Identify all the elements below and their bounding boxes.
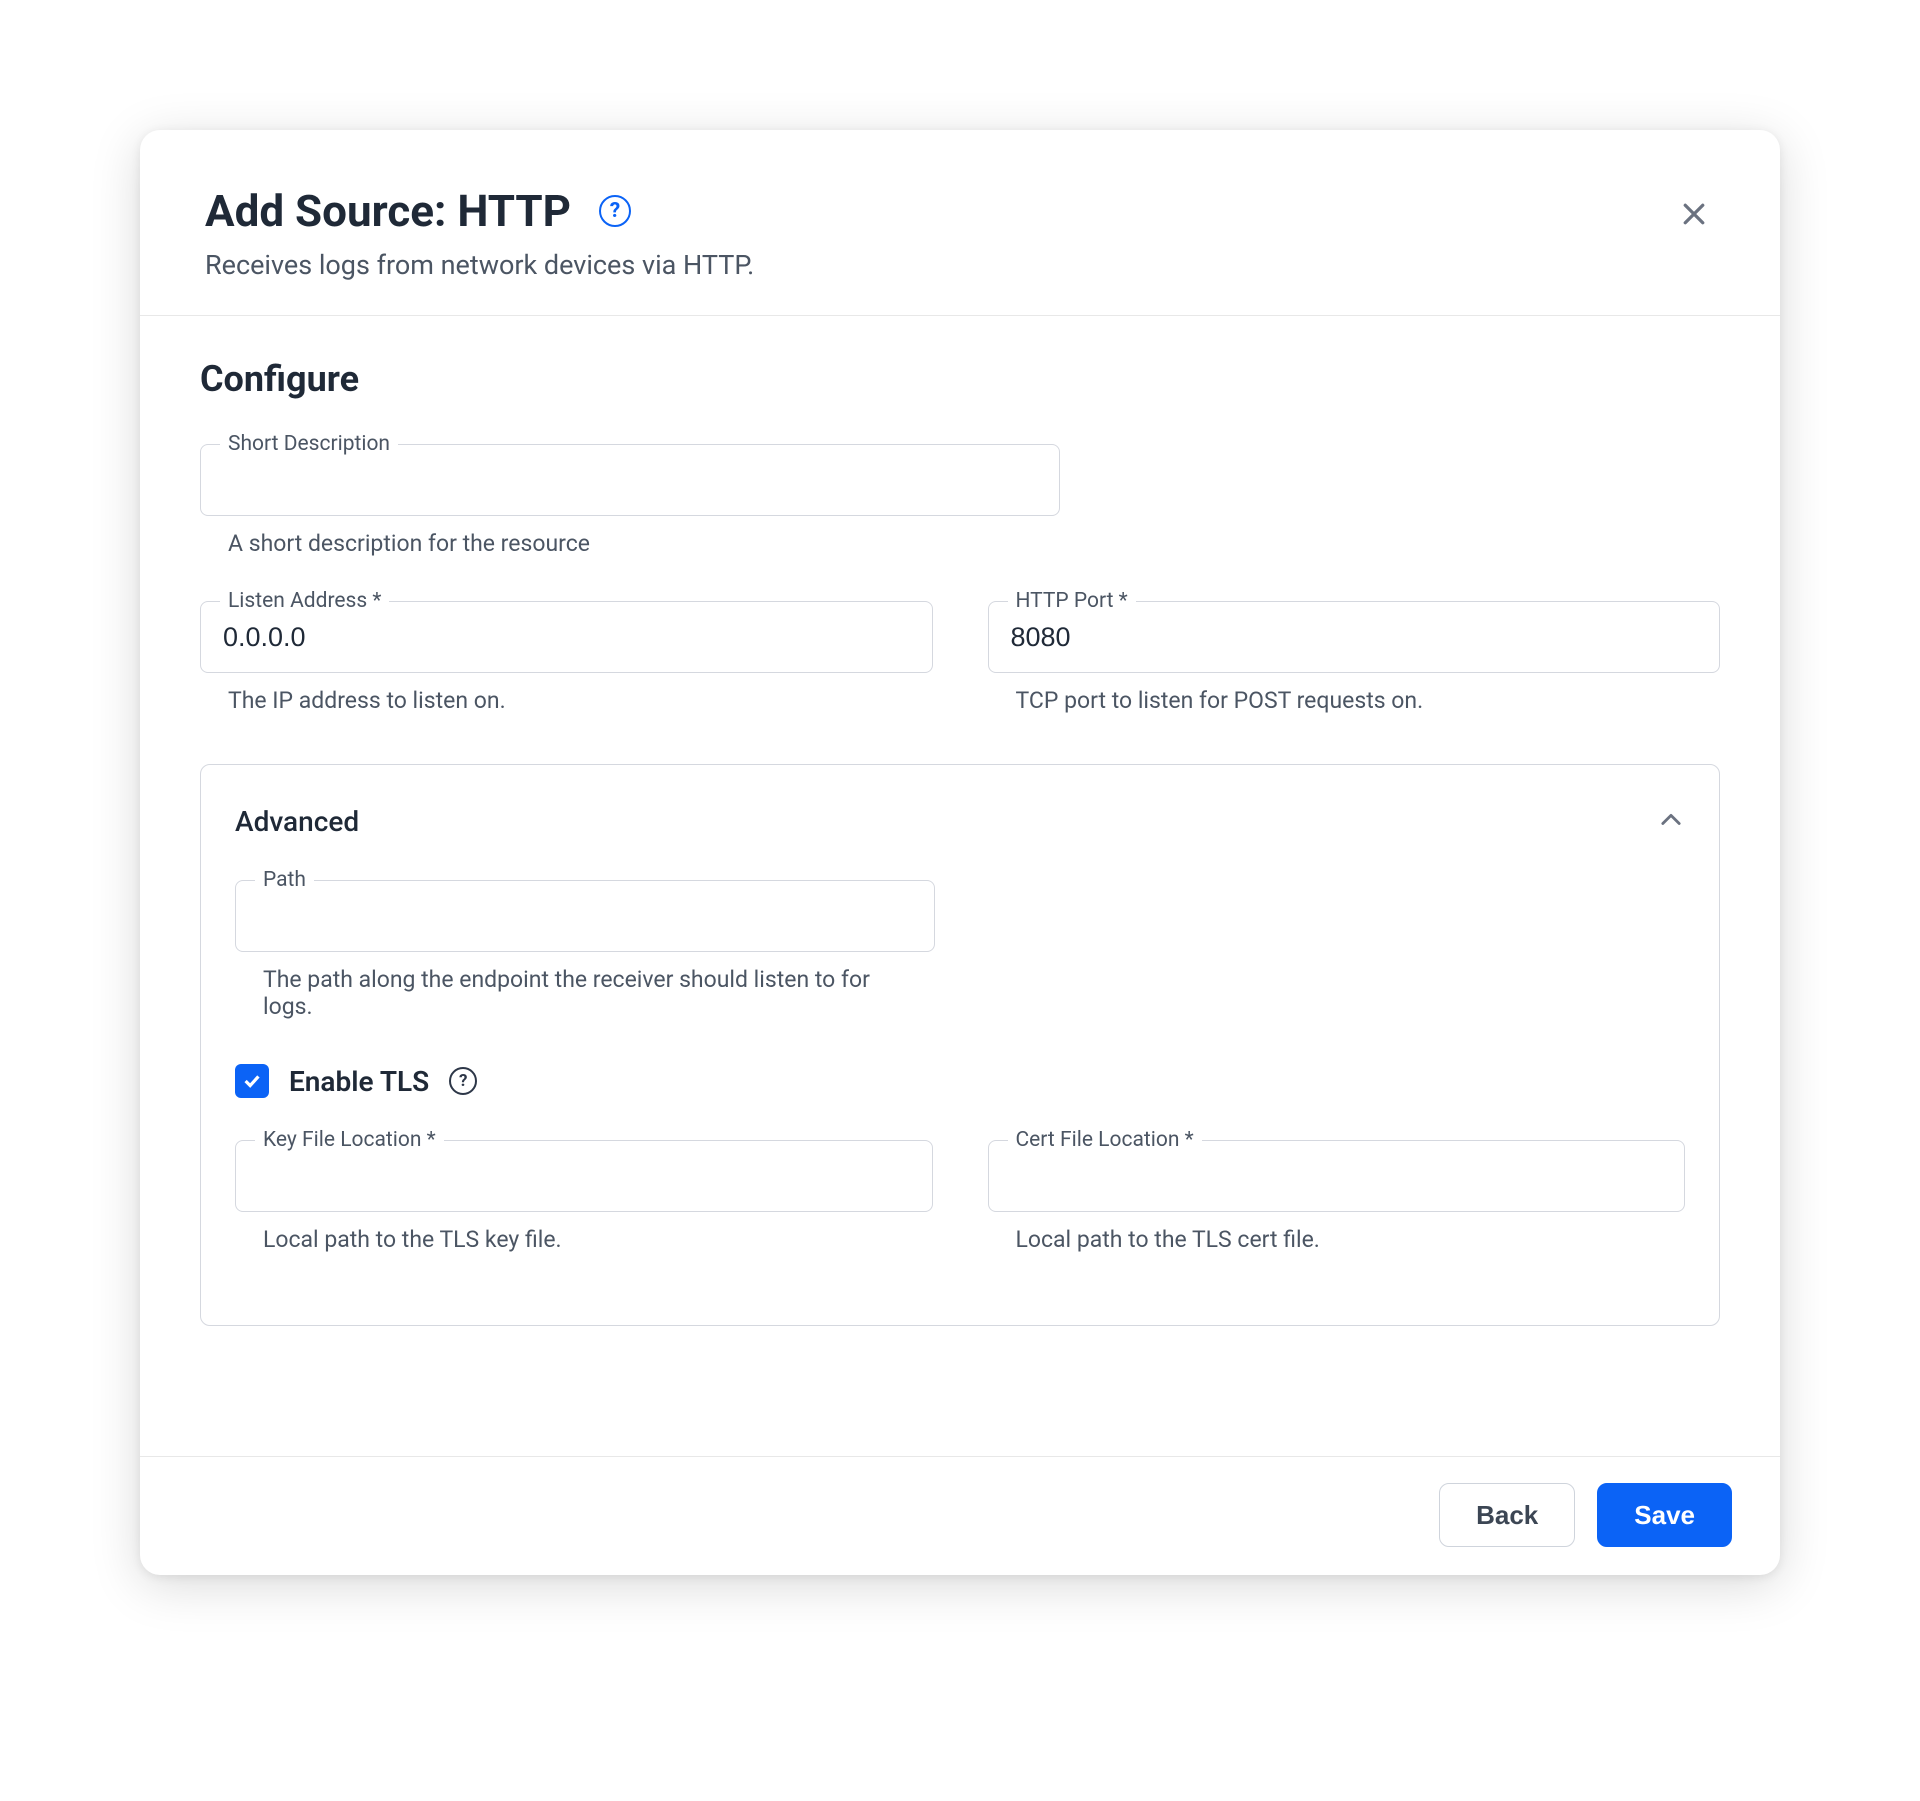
check-icon [241,1070,263,1092]
dialog-title: Add Source: HTTP [205,185,571,237]
close-icon [1679,199,1709,229]
dialog-footer: Back Save [140,1456,1780,1575]
dialog-header: Add Source: HTTP ? Receives logs from ne… [140,130,1780,316]
save-button[interactable]: Save [1597,1483,1732,1547]
path-helper: The path along the endpoint the receiver… [263,966,903,1020]
cert-file-helper: Local path to the TLS cert file. [1016,1226,1686,1253]
short-description-label: Short Description [220,432,398,456]
title-block: Add Source: HTTP ? Receives logs from ne… [205,185,754,281]
row-tls-files: Key File Location * Local path to the TL… [235,1140,1685,1297]
back-button[interactable]: Back [1439,1483,1575,1547]
dialog-body: Configure Short Description A short desc… [140,316,1780,1456]
field-cert-file: Cert File Location * Local path to the T… [988,1140,1686,1253]
advanced-panel: Advanced Path The path along the endpoin… [200,764,1720,1326]
key-file-helper: Local path to the TLS key file. [263,1226,933,1253]
help-icon[interactable]: ? [599,195,631,227]
configure-heading: Configure [200,358,1720,400]
field-short-description: Short Description A short description fo… [200,444,1060,557]
enable-tls-checkbox[interactable] [235,1064,269,1098]
tls-help-icon[interactable]: ? [449,1067,477,1095]
field-path: Path The path along the endpoint the rec… [235,880,935,1020]
enable-tls-row: Enable TLS ? [235,1064,1685,1098]
advanced-title: Advanced [235,805,359,838]
advanced-header[interactable]: Advanced [235,805,1685,838]
field-key-file: Key File Location * Local path to the TL… [235,1140,933,1253]
close-button[interactable] [1673,193,1715,238]
chevron-up-icon [1657,806,1685,838]
path-label: Path [255,868,314,892]
enable-tls-label: Enable TLS [289,1065,429,1098]
cert-file-label: Cert File Location * [1008,1128,1202,1152]
path-input[interactable] [235,880,935,952]
add-source-dialog: Add Source: HTTP ? Receives logs from ne… [140,130,1780,1575]
dialog-subtitle: Receives logs from network devices via H… [205,249,754,281]
listen-address-label: Listen Address * [220,589,389,613]
listen-address-helper: The IP address to listen on. [228,687,933,714]
field-http-port: HTTP Port * TCP port to listen for POST … [988,601,1721,714]
dialog-title-row: Add Source: HTTP ? [205,185,631,237]
http-port-helper: TCP port to listen for POST requests on. [1016,687,1721,714]
http-port-label: HTTP Port * [1008,589,1136,613]
field-listen-address: Listen Address * The IP address to liste… [200,601,933,714]
row-short-description: Short Description A short description fo… [200,444,1720,601]
row-listen-port: Listen Address * The IP address to liste… [200,601,1720,758]
short-description-helper: A short description for the resource [228,530,1060,557]
key-file-label: Key File Location * [255,1128,444,1152]
